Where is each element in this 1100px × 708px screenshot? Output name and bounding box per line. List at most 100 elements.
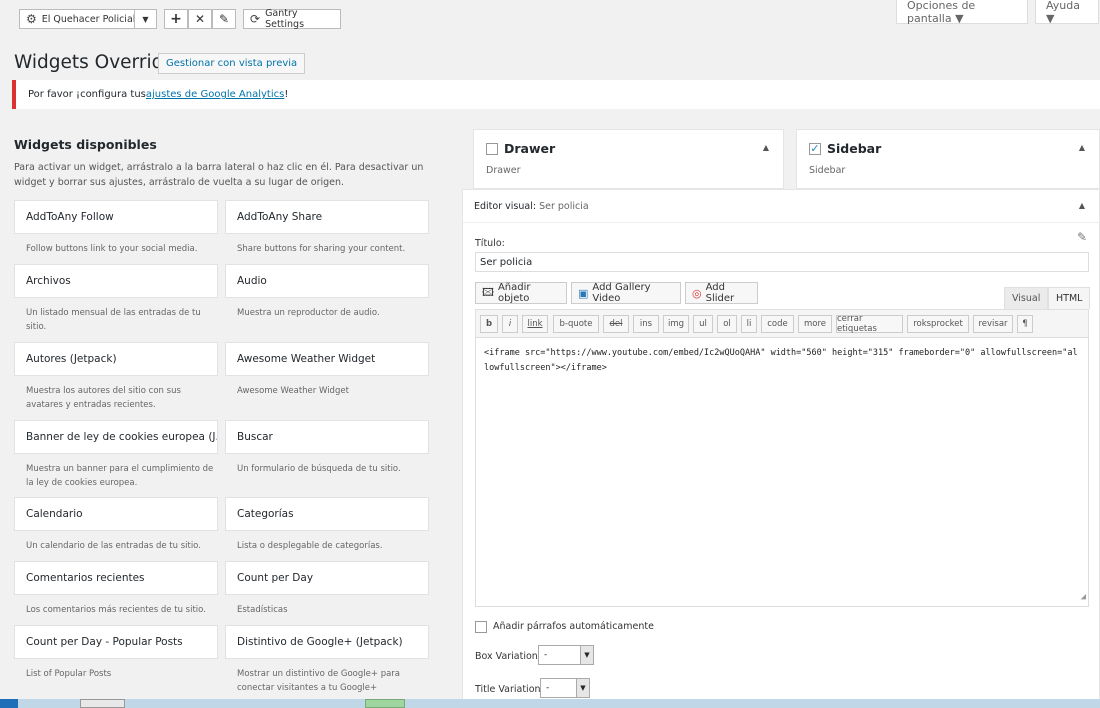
manage-preview-button[interactable]: Gestionar con vista previa (158, 53, 306, 74)
quicktag-li[interactable]: li (741, 315, 757, 333)
add-media-button[interactable]: 🖾 Añadir objeto (475, 282, 567, 304)
analytics-notice: Por favor ¡configura tus ajustes de Goog… (12, 80, 1100, 109)
top-toolbar: ⚙ El Quehacer Policial ▼ + ✕ ✎ ⟳ Gantry … (0, 0, 1100, 36)
box-variation-value: - (544, 650, 548, 660)
quicktag-blockquote[interactable]: b-quote (553, 315, 599, 333)
quicktag-img[interactable]: img (663, 315, 689, 333)
widget-item[interactable]: AddToAny Follow (14, 200, 218, 234)
widget-item[interactable]: Buscar (225, 420, 429, 454)
widget-item[interactable]: AddToAny Share (225, 200, 429, 234)
title-variation-value: - (546, 683, 550, 693)
help-label: Ayuda ▼ (1046, 0, 1080, 25)
site-name: El Quehacer Policial (41, 13, 136, 25)
taskbar-app-icon[interactable] (80, 699, 125, 708)
widget-item[interactable]: Calendario (14, 497, 218, 531)
edit-button[interactable]: ✎ (212, 9, 236, 29)
widget-title-label: Ser policia (539, 200, 589, 212)
gear-icon: ⚙ (26, 12, 37, 26)
add-button[interactable]: + (164, 9, 188, 29)
quicktag-ins[interactable]: ins (633, 315, 659, 333)
widget-item[interactable]: Comentarios recientes (14, 561, 218, 595)
collapse-arrow-icon[interactable]: ▲ (1079, 201, 1085, 210)
widget-item[interactable]: Count per Day - Popular Posts (14, 625, 218, 659)
title-input[interactable]: Ser policia (475, 252, 1089, 272)
widget-item[interactable]: Categorías (225, 497, 429, 531)
widget-description: Follow buttons link to your social media… (26, 244, 198, 254)
tab-visual[interactable]: Visual (1004, 287, 1049, 309)
content-textarea[interactable]: <iframe src="https://www.youtube.com/emb… (475, 337, 1089, 607)
collapse-arrow-icon[interactable]: ▲ (1079, 143, 1085, 152)
widget-description: Un listado mensual de las entradas de tu… (26, 308, 201, 332)
widget-item[interactable]: Awesome Weather Widget (225, 342, 429, 376)
add-media-label: Añadir objeto (497, 282, 531, 304)
chevron-down-icon: ▼ (580, 646, 593, 664)
media-icon: 🖾 (482, 285, 494, 299)
title-variation-select[interactable]: - ▼ (540, 678, 590, 698)
drawer-area[interactable]: Drawer Drawer ▲ (473, 129, 784, 189)
pencil-icon: ✎ (218, 12, 230, 26)
paragraph-icon[interactable]: ¶ (1017, 315, 1033, 333)
gantry-settings-button[interactable]: ⟳ Gantry Settings (243, 8, 341, 30)
widget-description: Muestra un reproductor de audio. (237, 308, 380, 318)
widget-item[interactable]: Archivos (14, 264, 218, 298)
auto-paragraphs-checkbox[interactable] (475, 621, 487, 633)
quicktag-ol[interactable]: ol (717, 315, 737, 333)
widget-item[interactable]: Autores (Jetpack) (14, 342, 218, 376)
gantry-settings-label: Gantry Settings (265, 8, 305, 30)
quicktags-toolbar: b i link b-quote del ins img ul ol li co… (475, 309, 1089, 337)
quicktag-italic[interactable]: i (502, 315, 518, 333)
sidebar-checkbox[interactable]: ✓ (809, 143, 821, 155)
screen-options-button[interactable]: Opciones de pantalla ▼ (896, 0, 1028, 25)
title-variation-label: Title Variation (475, 684, 541, 695)
widget-item[interactable]: Audio (225, 264, 429, 298)
widget-item[interactable]: Banner de ley de cookies europea (J... (14, 420, 218, 454)
add-gallery-label: Add Gallery Video (592, 282, 651, 304)
refresh-icon: ⟳ (250, 12, 261, 26)
title-label: Título: (475, 238, 505, 249)
quicktag-del[interactable]: del (603, 315, 629, 333)
screen-options-label: Opciones de pantalla ▼ (907, 0, 976, 25)
add-slider-label: Add Slider (705, 282, 735, 304)
widget-description: Muestra un banner para el cumplimiento d… (26, 464, 214, 488)
content-text: <iframe src="https://www.youtube.com/emb… (484, 348, 1078, 373)
quicktag-ul[interactable]: ul (693, 315, 713, 333)
analytics-settings-link[interactable]: ajustes de Google Analytics (146, 89, 284, 100)
widget-description: List of Popular Posts (26, 669, 112, 679)
quicktag-link[interactable]: link (522, 315, 548, 333)
sidebar-area[interactable]: ✓ Sidebar Sidebar ▲ (796, 129, 1100, 189)
widget-description: Muestra los autores del sitio con sus av… (26, 386, 181, 410)
widget-header[interactable]: Editor visual: Ser policia ▲ (463, 190, 1099, 223)
pin-icon[interactable]: ✎ (1077, 230, 1087, 244)
notice-suffix: ! (284, 89, 289, 100)
add-gallery-video-button[interactable]: ▣ Add Gallery Video (571, 282, 681, 304)
delete-button[interactable]: ✕ (188, 9, 212, 29)
widget-description: Share buttons for sharing your content. (237, 244, 406, 254)
start-icon[interactable] (0, 699, 18, 708)
widget-description: Awesome Weather Widget (237, 386, 349, 396)
taskbar-app-icon[interactable] (365, 699, 405, 708)
widget-item[interactable]: Count per Day (225, 561, 429, 595)
quicktag-close-tags[interactable]: cerrar etiquetas (836, 314, 903, 334)
drawer-checkbox[interactable] (486, 143, 498, 155)
widget-description: Lista o desplegable de categorías. (237, 541, 383, 551)
tab-html[interactable]: HTML (1048, 287, 1091, 309)
quicktag-code[interactable]: code (761, 315, 794, 333)
add-slider-button[interactable]: ◎ Add Slider (685, 282, 758, 304)
quicktag-more[interactable]: more (798, 315, 832, 333)
quicktag-spellcheck[interactable]: revisar (973, 315, 1013, 333)
box-variation-select[interactable]: - ▼ (538, 645, 594, 665)
resize-handle-icon[interactable]: ◢ (1081, 590, 1086, 605)
widget-item[interactable]: Distintivo de Google+ (Jetpack) (225, 625, 429, 659)
plus-icon: + (170, 11, 182, 27)
chevron-down-icon[interactable]: ▼ (134, 10, 156, 28)
quicktag-roksprocket[interactable]: roksprocket (907, 315, 969, 333)
visual-editor-widget: Editor visual: Ser policia ▲ Título: ✎ S… (462, 189, 1100, 708)
site-selector[interactable]: ⚙ El Quehacer Policial ▼ (19, 9, 157, 29)
notice-prefix: Por favor ¡configura tus (28, 89, 146, 100)
quicktag-bold[interactable]: b (480, 315, 498, 333)
collapse-arrow-icon[interactable]: ▲ (763, 143, 769, 152)
help-button[interactable]: Ayuda ▼ (1035, 0, 1099, 25)
page-title: Widgets Override (14, 52, 175, 73)
available-widgets-description: Para activar un widget, arrástralo a la … (14, 162, 424, 188)
box-variation-label: Box Variation (475, 651, 538, 662)
